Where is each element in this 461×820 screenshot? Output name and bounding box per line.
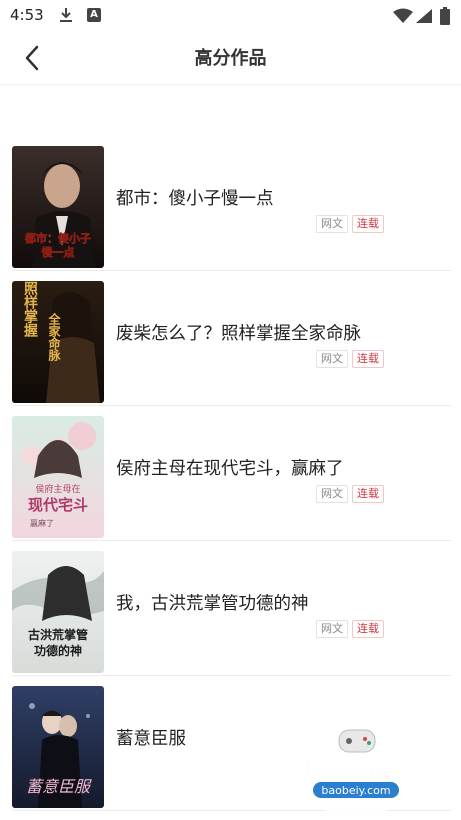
book-title: 废柴怎么了？照样掌握全家命脉 bbox=[116, 324, 361, 344]
book-cover[interactable]: 蓄意臣服 bbox=[12, 686, 104, 808]
list-item[interactable]: 照样掌握 全家命脉 废柴怎么了？照样掌握全家命脉 网文 连载 bbox=[0, 271, 461, 406]
signal-icon bbox=[415, 8, 433, 28]
book-title: 蓄意臣服 bbox=[116, 729, 186, 749]
status-time: 4:53 bbox=[10, 6, 44, 24]
genre-tag: 网文 bbox=[316, 620, 348, 638]
status-tag: 连载 bbox=[352, 215, 384, 233]
genre-tag: 网文 bbox=[316, 485, 348, 503]
page-title: 高分作品 bbox=[194, 48, 267, 69]
book-cover[interactable]: 照样掌握 全家命脉 bbox=[12, 281, 104, 403]
book-tags: 网文 连载 bbox=[316, 347, 388, 368]
book-title: 我，古洪荒掌管功德的神 bbox=[116, 594, 309, 614]
book-cover[interactable]: 侯府主母在 现代宅斗 赢麻了 bbox=[12, 416, 104, 538]
cover-text-line: 都市：傻小子 bbox=[24, 231, 91, 245]
download-icon bbox=[58, 7, 74, 27]
wifi-icon bbox=[393, 8, 413, 28]
cover-text-line: 古洪荒掌管 bbox=[28, 627, 88, 642]
status-bar: 4:53 A bbox=[0, 0, 461, 32]
cover-text-line: 全家命脉 bbox=[47, 312, 61, 362]
list-item[interactable]: 都市：傻小子 慢一点 都市：傻小子慢一点 网文 连载 bbox=[0, 136, 461, 271]
book-tags: 网文 连载 bbox=[316, 617, 388, 638]
divider bbox=[12, 810, 451, 811]
cover-text-line: 功德的神 bbox=[34, 643, 82, 658]
status-tag: 连载 bbox=[352, 485, 384, 503]
book-tags: 网文 连载 bbox=[316, 212, 388, 233]
book-title: 侯府主母在现代宅斗，赢麻了 bbox=[116, 459, 344, 479]
cover-text-line: 照样掌握 bbox=[22, 281, 38, 338]
cover-text-line: 蓄意臣服 bbox=[26, 777, 92, 796]
cover-text-line: 现代宅斗 bbox=[28, 496, 88, 514]
book-tags: 网文 连载 bbox=[316, 482, 388, 503]
list-item[interactable]: 古洪荒掌管 功德的神 我，古洪荒掌管功德的神 网文 连载 bbox=[0, 541, 461, 676]
status-tag: 连载 bbox=[352, 350, 384, 368]
book-title: 都市：傻小子慢一点 bbox=[116, 189, 274, 209]
list-item[interactable]: 侯府主母在 现代宅斗 赢麻了 侯府主母在现代宅斗，赢麻了 网文 连载 bbox=[0, 406, 461, 541]
book-list: 都市：傻小子 慢一点 都市：傻小子慢一点 网文 连载 照样掌握 全家命脉 废柴怎么… bbox=[0, 136, 461, 811]
a-badge-icon: A bbox=[87, 8, 101, 22]
cover-text-line: 慢一点 bbox=[42, 245, 75, 259]
list-item[interactable]: 蓄意臣服 蓄意臣服 bbox=[0, 676, 461, 811]
genre-tag: 网文 bbox=[316, 350, 348, 368]
battery-icon bbox=[440, 7, 450, 29]
top-bar: 高分作品 bbox=[0, 32, 461, 85]
cover-text-line: 赢麻了 bbox=[30, 518, 54, 528]
genre-tag: 网文 bbox=[316, 215, 348, 233]
status-tag: 连载 bbox=[352, 620, 384, 638]
book-cover[interactable]: 都市：傻小子 慢一点 bbox=[12, 146, 104, 268]
cover-text-line: 侯府主母在 bbox=[35, 483, 80, 495]
book-cover[interactable]: 古洪荒掌管 功德的神 bbox=[12, 551, 104, 673]
